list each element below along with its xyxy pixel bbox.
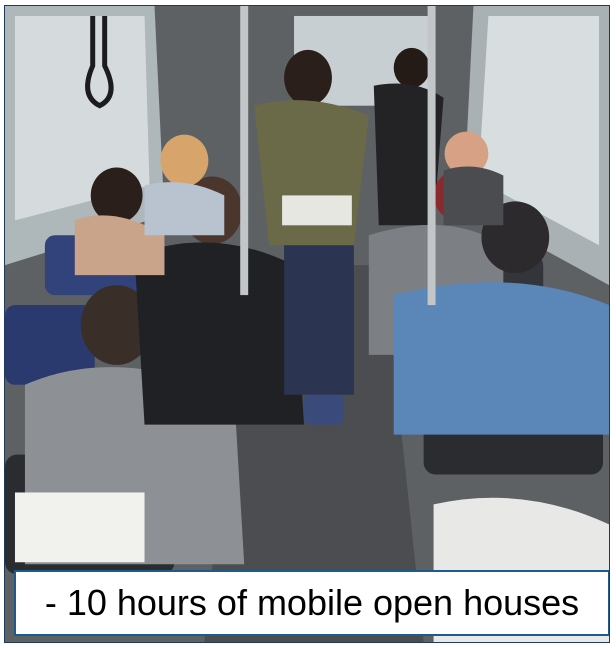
- photo-frame: - 10 hours of mobile open houses: [4, 5, 610, 643]
- caption-box: - 10 hours of mobile open houses: [14, 570, 609, 636]
- caption-text: - 10 hours of mobile open houses: [44, 582, 580, 623]
- bus-interior-photo: [5, 6, 609, 642]
